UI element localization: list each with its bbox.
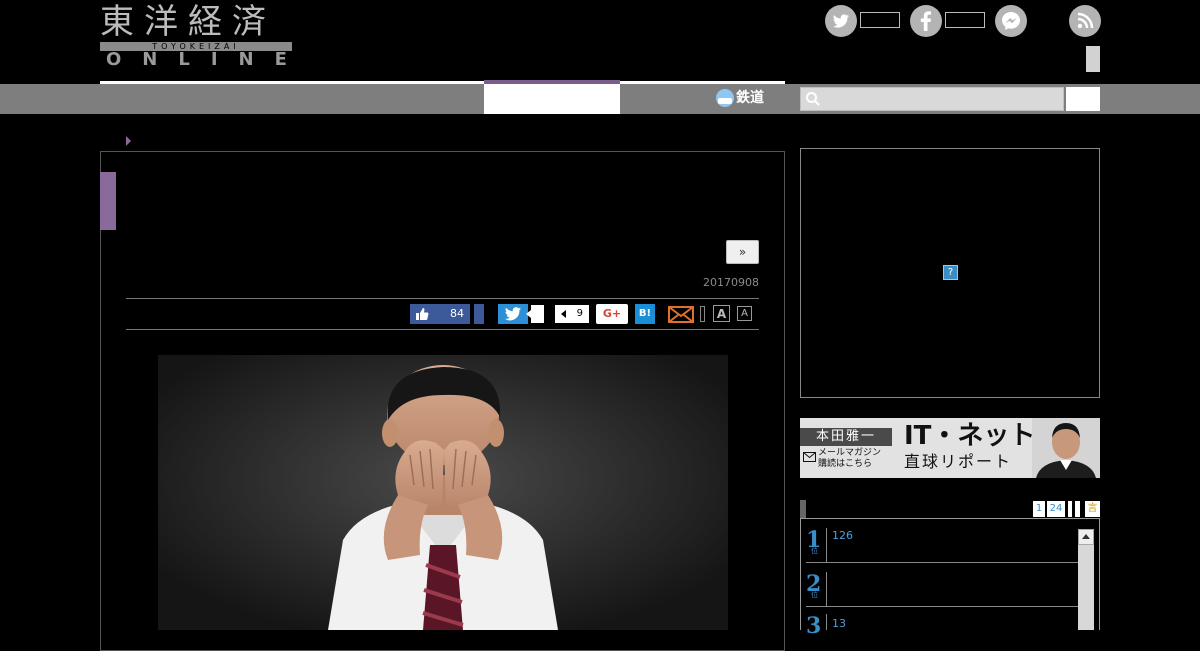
- rank-number: 3: [806, 613, 822, 639]
- ranking-tab-5[interactable]: 言: [1085, 501, 1100, 517]
- like-count: 84: [450, 307, 464, 320]
- twitter-follow-count: [860, 12, 900, 28]
- hatena-bookmark-button[interactable]: B!: [635, 304, 655, 324]
- ranking-tab-3[interactable]: [1068, 501, 1072, 517]
- newsletter-banner[interactable]: 本田雅一 メールマガジン 購読はこちら IT・ネット 直球リポート: [800, 418, 1100, 478]
- twitter-bird-icon: [505, 307, 521, 321]
- ranking-item-text[interactable]: 126: [832, 529, 853, 542]
- print-button[interactable]: [700, 306, 705, 322]
- banner-subtitle: 直球リポート: [904, 452, 1013, 471]
- header-side-button[interactable]: [1086, 46, 1100, 72]
- banner-mail-text-2: 購読はこちら: [818, 459, 873, 469]
- ranking-tab-1[interactable]: 1: [1033, 501, 1045, 517]
- google-plus-button[interactable]: G+: [596, 304, 628, 324]
- banner-title: IT・ネット: [904, 421, 1036, 451]
- ranking-separator: [806, 562, 1078, 563]
- facebook-icon[interactable]: [910, 5, 942, 37]
- logo-online: ONLINE: [106, 49, 308, 70]
- nav-railway-label: 鉄道: [736, 90, 764, 106]
- ranking-header-bar: [800, 500, 806, 518]
- ranking-separator: [806, 606, 1078, 607]
- ranking-divider: [826, 528, 827, 562]
- ranking-divider: [826, 614, 827, 630]
- thumbs-up-icon: [416, 308, 429, 320]
- font-size-small-button[interactable]: A: [737, 306, 752, 321]
- twitter-icon[interactable]: [825, 5, 857, 37]
- banner-author: 本田雅一: [800, 428, 892, 446]
- ranking-tab-2[interactable]: 24: [1047, 501, 1065, 517]
- search-input[interactable]: [800, 87, 1064, 111]
- facebook-like-button[interactable]: 84: [410, 304, 470, 324]
- search-icon: [806, 92, 820, 106]
- banner-subscribe-text: メールマガジン 購読はこちら: [818, 448, 898, 470]
- mail-icon[interactable]: [668, 305, 694, 324]
- facebook-share-button[interactable]: [474, 304, 484, 324]
- share-bar-top-rule: [126, 298, 759, 299]
- tweet-count: [526, 305, 544, 323]
- scroll-up-button[interactable]: [1078, 529, 1094, 545]
- share-bar-bottom-rule: [126, 329, 759, 330]
- ranking-item-text[interactable]: 13: [832, 617, 846, 630]
- next-page-button[interactable]: »: [726, 240, 759, 264]
- search-button[interactable]: [1066, 87, 1100, 111]
- ranking-divider: [826, 572, 827, 606]
- ranking-item-1[interactable]: 1 位: [806, 528, 824, 556]
- train-icon: [716, 89, 734, 107]
- breadcrumb-arrow-icon: [126, 136, 131, 146]
- font-size-large-button[interactable]: A: [713, 305, 730, 322]
- rss-icon[interactable]: [1069, 5, 1101, 37]
- facebook-follow-count: [945, 12, 985, 28]
- nav-tab-active[interactable]: [484, 84, 620, 114]
- ranking-tab-4[interactable]: [1075, 501, 1080, 517]
- envelope-icon: [803, 452, 816, 462]
- tweet-button[interactable]: [498, 304, 528, 324]
- nav-railway-link[interactable]: 鉄道: [716, 84, 786, 114]
- category-tag: [100, 172, 116, 230]
- banner-mail-text-1: メールマガジン: [818, 448, 882, 458]
- article-hero-image: [158, 355, 728, 630]
- article-date: 20170908: [703, 276, 759, 289]
- author-portrait: [1032, 418, 1100, 478]
- messenger-icon[interactable]: [995, 5, 1027, 37]
- site-logo[interactable]: 東洋経済: [100, 2, 292, 42]
- ranking-item-3[interactable]: 3: [806, 614, 824, 638]
- hatena-count: 9: [555, 305, 589, 323]
- ranking-item-2[interactable]: 2 位: [806, 572, 824, 600]
- ad-help-icon[interactable]: ?: [943, 265, 958, 280]
